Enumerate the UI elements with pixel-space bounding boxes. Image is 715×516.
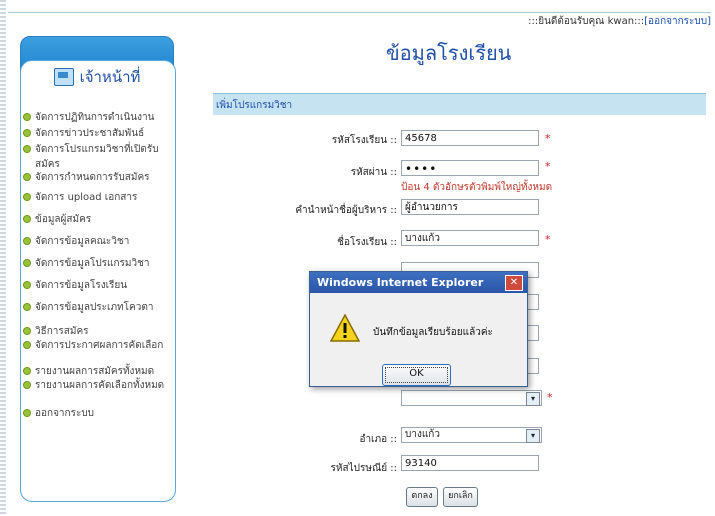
bullet-icon xyxy=(23,129,31,137)
ok-button[interactable]: OK xyxy=(382,364,451,386)
postcode-input[interactable]: 93140 xyxy=(401,455,539,471)
bullet-icon xyxy=(23,173,31,181)
chevron-down-icon: ▾ xyxy=(526,392,540,406)
required-marker: * xyxy=(545,160,551,173)
sidebar-title: เจ้าหน้าที่ xyxy=(79,68,141,86)
sidebar-item-application-schedule[interactable]: จัดการกำหนดการรับสมัคร xyxy=(23,170,173,190)
dialog-title: Windows Internet Explorer xyxy=(310,272,527,293)
bullet-icon xyxy=(23,409,31,417)
school-name-input[interactable]: บางแก้ว xyxy=(401,230,539,246)
sidebar-item-applicants[interactable]: ข้อมูลผู้สมัคร xyxy=(23,212,173,234)
school-code-input[interactable]: 45678 xyxy=(401,130,539,146)
bullet-icon xyxy=(23,367,31,375)
welcome-text: :::ยินดีต้อนรับคุณ kwan::: xyxy=(528,16,645,27)
bullet-icon xyxy=(23,237,31,245)
bullet-icon xyxy=(23,259,31,267)
sidebar-header: เจ้าหน้าที่ xyxy=(20,62,174,92)
bullet-icon xyxy=(23,381,31,389)
bullet-icon xyxy=(23,341,31,349)
logout-link[interactable]: [ออกจากระบบ] xyxy=(644,16,711,27)
submit-button[interactable]: ตกลง xyxy=(406,487,438,507)
left-edge-decoration xyxy=(0,0,6,516)
top-bar xyxy=(8,0,711,13)
alert-dialog: Windows Internet Explorer ✕ บันทึกข้อมูล… xyxy=(309,271,528,387)
bullet-icon xyxy=(23,303,31,311)
admin-title-input[interactable]: ผู้อำนวยการ xyxy=(401,199,539,215)
bullet-icon xyxy=(23,327,31,335)
district-select[interactable]: บางแก้ว ▾ xyxy=(401,427,542,443)
school-code-label: รหัสโรงเรียน :: xyxy=(331,135,397,146)
welcome-bar: :::ยินดีต้อนรับคุณ kwan:::[ออกจากระบบ] xyxy=(528,14,711,29)
sidebar-item-report-selection[interactable]: รายงานผลการคัดเลือกทั้งหมด xyxy=(23,378,173,406)
password-label: รหัสผ่าน :: xyxy=(350,167,397,178)
required-marker: * xyxy=(545,132,551,145)
sidebar-item-report-applications[interactable]: รายงานผลการสมัครทั้งหมด xyxy=(23,364,173,378)
warning-icon xyxy=(330,314,360,342)
bullet-icon xyxy=(23,113,31,121)
password-hint: ป้อน 4 ตัวอักษรตัวพิมพ์ใหญ่ทั้งหมด xyxy=(401,182,553,193)
sidebar-item-quota-types[interactable]: จัดการข้อมูลประเภทโควตา xyxy=(23,300,173,324)
sidebar-item-schools[interactable]: จัดการข้อมูลโรงเรียน xyxy=(23,278,173,300)
sidebar-item-programs[interactable]: จัดการข้อมูลโปรแกรมวิชา xyxy=(23,256,173,278)
chevron-down-icon: ▾ xyxy=(526,429,540,443)
province-select[interactable]: ▾ xyxy=(401,390,542,406)
close-icon[interactable]: ✕ xyxy=(505,275,523,291)
required-marker: * xyxy=(547,391,553,404)
sidebar-item-news[interactable]: จัดการข่าวประชาสัมพันธ์ xyxy=(23,126,173,142)
school-name-label: ชื่อโรงเรียน :: xyxy=(337,237,397,248)
sidebar-item-announce-results[interactable]: จัดการประกาศผลการคัดเลือก xyxy=(23,338,173,364)
password-input[interactable]: •••• xyxy=(401,160,539,176)
panel-header: เพิ่มโปรแกรมวิชา xyxy=(213,93,706,116)
page-title: ข้อมูลโรงเรียน xyxy=(386,41,512,65)
cancel-button[interactable]: ยกเลิก xyxy=(443,487,478,507)
bullet-icon xyxy=(23,281,31,289)
sidebar-item-how-to-apply[interactable]: วิธีการสมัคร xyxy=(23,324,173,338)
sidebar-item-upload[interactable]: จัดการ upload เอกสาร xyxy=(23,190,173,212)
bullet-icon xyxy=(23,215,31,223)
sidebar-item-logout[interactable]: ออกจากระบบ xyxy=(23,406,173,422)
bullet-icon xyxy=(23,193,31,201)
required-marker: * xyxy=(545,233,551,246)
staff-icon xyxy=(53,68,74,86)
postcode-label: รหัสไปรษณีย์ :: xyxy=(330,463,397,474)
district-label: อำเภอ :: xyxy=(359,434,397,445)
dialog-message: บันทึกข้อมูลเรียบร้อยแล้วค่ะ xyxy=(373,327,493,338)
sidebar-item-open-programs[interactable]: จัดการโปรแกรมวิชาที่เปิดรับสมัคร xyxy=(23,142,173,170)
sidebar-menu: จัดการปฏิทินการดำเนินงาน จัดการข่าวประชา… xyxy=(23,110,173,422)
sidebar-item-faculties[interactable]: จัดการข้อมูลคณะวิชา xyxy=(23,234,173,256)
district-value: บางแก้ว xyxy=(405,429,440,440)
admin-title-label: คำนำหน้าชื่อผู้บริหาร :: xyxy=(295,205,397,216)
bullet-icon xyxy=(23,145,31,153)
sidebar-item-schedule[interactable]: จัดการปฏิทินการดำเนินงาน xyxy=(23,110,173,126)
